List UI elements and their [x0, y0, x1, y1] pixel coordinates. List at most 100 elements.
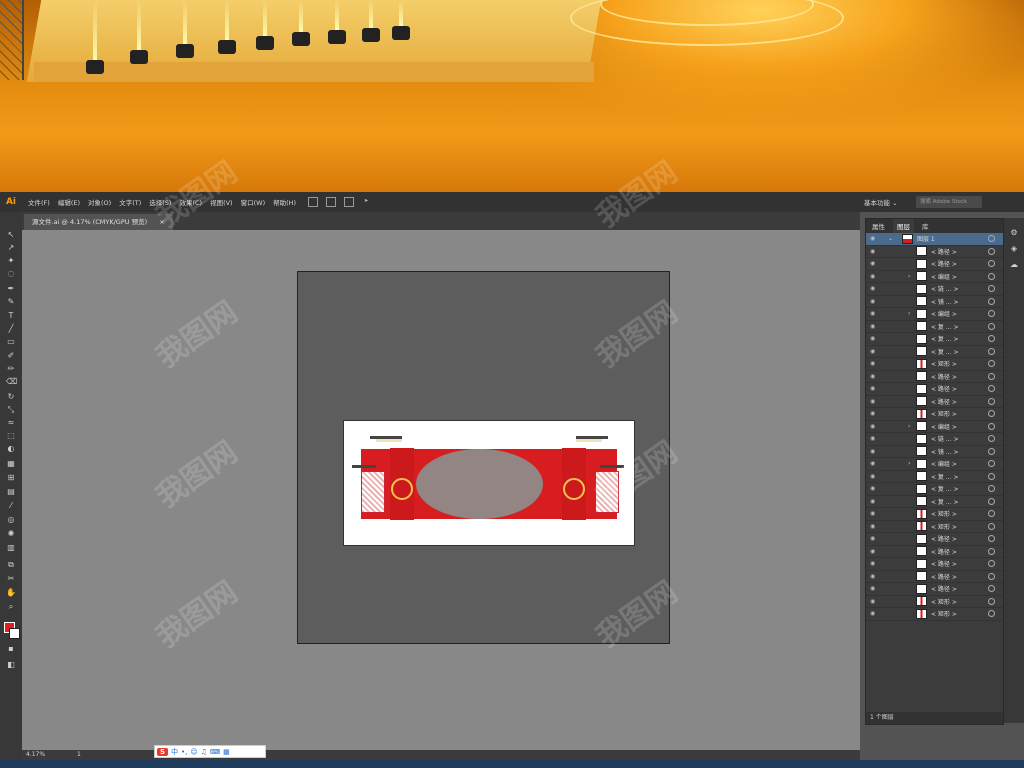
target-circle-icon[interactable] — [988, 597, 995, 605]
workspace-switcher[interactable]: 基本功能 ⌄ — [864, 197, 898, 207]
layer-row[interactable]: ◉ < 矩形 > — [866, 408, 1003, 421]
target-circle-icon[interactable] — [988, 485, 995, 493]
layer-row[interactable]: ◉ < 路径 > — [866, 383, 1003, 396]
layer-row-top[interactable]: ◉ ⌄ 图层 1 — [866, 233, 1003, 246]
visibility-eye-icon[interactable]: ◉ — [870, 273, 880, 280]
target-circle-icon[interactable] — [988, 535, 995, 543]
bridge-icon[interactable] — [308, 197, 319, 207]
paintbrush-tool-icon[interactable]: ✐ — [6, 351, 16, 361]
gradient-tool-icon[interactable]: ▤ — [6, 487, 16, 497]
visibility-eye-icon[interactable]: ◉ — [870, 335, 880, 342]
visibility-eye-icon[interactable]: ◉ — [870, 285, 880, 292]
tab-libraries[interactable]: 库 — [922, 221, 929, 231]
target-circle-icon[interactable] — [988, 397, 995, 405]
visibility-eye-icon[interactable]: ◉ — [870, 598, 880, 605]
tab-properties[interactable]: 属性 — [872, 221, 885, 231]
properties-panel-icon[interactable]: ⚙ — [1009, 228, 1019, 238]
visibility-eye-icon[interactable]: ◉ — [870, 235, 880, 242]
stroke-color-swatch[interactable] — [9, 628, 20, 639]
target-circle-icon[interactable] — [988, 560, 995, 568]
ime-emoji-icon[interactable]: ☺ — [190, 748, 197, 756]
visibility-eye-icon[interactable]: ◉ — [870, 560, 880, 567]
layer-row[interactable]: ◉ < 复 ... > — [866, 483, 1003, 496]
adobe-stock-search[interactable]: 搜索 Adobe Stock — [916, 196, 982, 208]
visibility-eye-icon[interactable]: ◉ — [870, 510, 880, 517]
hand-tool-icon[interactable]: ✋ — [6, 588, 16, 598]
layer-row[interactable]: ◉ < 矩形 > — [866, 521, 1003, 533]
lasso-tool-icon[interactable]: ◌ — [6, 269, 16, 279]
blend-tool-icon[interactable]: ◎ — [6, 515, 16, 525]
expand-chevron-icon[interactable]: › — [908, 423, 916, 430]
arrange-documents-icon[interactable] — [344, 197, 355, 207]
target-circle-icon[interactable] — [988, 260, 995, 268]
target-circle-icon[interactable] — [988, 247, 995, 255]
layer-row[interactable]: ◉ < 路径 > — [866, 371, 1003, 383]
magic-wand-tool-icon[interactable]: ✦ — [6, 256, 16, 266]
target-circle-icon[interactable] — [988, 547, 995, 555]
target-circle-icon[interactable] — [988, 435, 995, 443]
layer-row[interactable]: ◉ < 路径 > — [866, 533, 1003, 546]
target-circle-icon[interactable] — [988, 310, 995, 318]
expand-chevron-icon[interactable]: ⌄ — [888, 235, 896, 242]
visibility-eye-icon[interactable]: ◉ — [870, 398, 880, 405]
ime-voice-icon[interactable]: ♫ — [201, 748, 207, 756]
ime-toolbox-icon[interactable]: ▦ — [223, 748, 230, 756]
visibility-eye-icon[interactable]: ◉ — [870, 610, 880, 617]
layer-row[interactable]: ◉ < 路径 > — [866, 558, 1003, 571]
layer-row[interactable]: ◉ < 镜 ... > — [866, 446, 1003, 458]
curvature-tool-icon[interactable]: ✎ — [6, 297, 16, 307]
menu-edit[interactable]: 编辑(E) — [58, 197, 80, 207]
visibility-eye-icon[interactable]: ◉ — [870, 298, 880, 305]
target-circle-icon[interactable] — [988, 460, 995, 468]
target-circle-icon[interactable] — [988, 422, 995, 430]
target-circle-icon[interactable] — [988, 272, 995, 280]
layer-row[interactable]: ◉ < 路径 > — [866, 258, 1003, 271]
target-circle-icon[interactable] — [988, 322, 995, 330]
artboard-number[interactable]: 1 — [77, 751, 81, 758]
warp-tool-icon[interactable]: ≈ — [6, 418, 16, 428]
layer-row[interactable]: ◉ < 矩形 > — [866, 608, 1003, 621]
visibility-eye-icon[interactable]: ◉ — [870, 585, 880, 592]
visibility-eye-icon[interactable]: ◉ — [870, 535, 880, 542]
mesh-tool-icon[interactable]: ⊞ — [6, 473, 16, 483]
visibility-eye-icon[interactable]: ◉ — [870, 448, 880, 455]
menu-file[interactable]: 文件(F) — [28, 197, 50, 207]
stock-icon[interactable] — [326, 197, 337, 207]
right-lattice-panel[interactable] — [595, 471, 619, 513]
layer-row[interactable]: ◉ < 路径 > — [866, 396, 1003, 408]
symbol-sprayer-tool-icon[interactable]: ✺ — [6, 529, 16, 539]
ime-punctuation-icon[interactable]: •, — [181, 748, 187, 756]
type-tool-icon[interactable]: T — [6, 311, 16, 321]
layer-row[interactable]: ◉ < 路径 > — [866, 546, 1003, 558]
tab-layers[interactable]: 图层 — [893, 219, 914, 233]
layer-row[interactable]: ◉ < 复 ... > — [866, 496, 1003, 508]
center-screen-oval[interactable] — [416, 449, 543, 519]
visibility-eye-icon[interactable]: ◉ — [870, 260, 880, 267]
expand-chevron-icon[interactable]: › — [908, 273, 916, 280]
visibility-eye-icon[interactable]: ◉ — [870, 248, 880, 255]
artboard-tool-icon[interactable]: ⧉ — [6, 560, 16, 570]
layer-row[interactable]: ◉ < 路径 > — [866, 246, 1003, 258]
target-circle-icon[interactable] — [988, 410, 995, 418]
zoom-tool-icon[interactable]: ⌕ — [6, 602, 16, 612]
layer-row[interactable]: ◉ < 链 ... > — [866, 433, 1003, 446]
color-mode-icon[interactable]: ▪ — [6, 644, 16, 654]
cc-libraries-icon[interactable]: ☁ — [1009, 260, 1019, 270]
layer-row[interactable]: ◉ < 复 ... > — [866, 333, 1003, 346]
target-circle-icon[interactable] — [988, 347, 995, 355]
menu-window[interactable]: 窗口(W) — [241, 197, 266, 207]
layer-row[interactable]: ◉ < 矩形 > — [866, 358, 1003, 371]
target-circle-icon[interactable] — [988, 585, 995, 593]
visibility-eye-icon[interactable]: ◉ — [870, 573, 880, 580]
menu-view[interactable]: 视图(V) — [210, 197, 233, 207]
layer-row[interactable]: ◉ < 路径 > — [866, 571, 1003, 583]
visibility-eye-icon[interactable]: ◉ — [870, 385, 880, 392]
menu-type[interactable]: 文字(T) — [119, 197, 141, 207]
visibility-eye-icon[interactable]: ◉ — [870, 523, 880, 530]
draw-mode-icon[interactable]: ◧ — [6, 660, 16, 670]
send-arrow-icon[interactable]: ➤ — [362, 197, 370, 205]
layer-row[interactable]: ◉ < 复 ... > — [866, 471, 1003, 483]
target-circle-icon[interactable] — [988, 385, 995, 393]
layer-row[interactable]: ◉ < 链 ... > — [866, 283, 1003, 296]
layer-row[interactable]: ◉ › < 编组 > — [866, 421, 1003, 433]
